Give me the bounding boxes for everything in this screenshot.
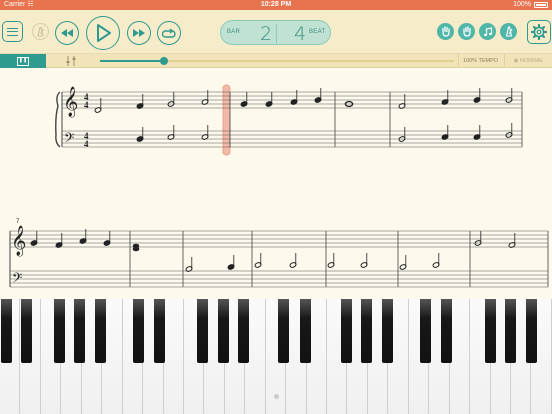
mixer-tab[interactable] [48, 54, 94, 68]
fast-forward-button[interactable] [127, 21, 151, 45]
white-key[interactable] [163, 299, 184, 414]
tempo-slider-fill [100, 60, 164, 62]
normal-label: NORMAL [519, 58, 544, 64]
tempo-slider[interactable] [100, 57, 454, 65]
black-key[interactable] [21, 299, 32, 363]
black-key[interactable] [54, 299, 65, 363]
piano-keyboard[interactable] [0, 299, 552, 414]
white-key[interactable] [449, 299, 471, 414]
black-key[interactable] [154, 299, 165, 363]
black-key[interactable] [278, 299, 289, 363]
bass-clef-icon: 𝄢 [12, 270, 22, 289]
tempo-label: 100% TEMPO [458, 54, 502, 68]
loop-icon [162, 28, 176, 38]
settings-button[interactable] [527, 20, 551, 44]
black-key[interactable] [420, 299, 431, 363]
treble-clef-icon: 𝄞 [11, 225, 26, 257]
bass-clef-icon: 𝄢 [64, 130, 74, 149]
right-hand-icon [462, 26, 471, 37]
black-key[interactable] [133, 299, 144, 363]
black-key[interactable] [1, 299, 12, 363]
metronome-button[interactable] [500, 23, 517, 40]
playback-cursor [222, 84, 231, 156]
black-key[interactable] [382, 299, 393, 363]
battery-icon [534, 2, 548, 8]
clock: 10:28 PM [260, 1, 292, 8]
battery-status: 100% [513, 0, 548, 10]
score-svg: 𝄞𝄢4444𝄞𝄢 [9, 84, 549, 289]
bar-value: 2 [260, 23, 273, 45]
counter-divider [276, 24, 277, 43]
black-key[interactable] [238, 299, 249, 363]
black-key[interactable] [74, 299, 85, 363]
menu-button[interactable] [2, 21, 23, 42]
black-key[interactable] [361, 299, 372, 363]
play-button[interactable] [86, 16, 120, 50]
black-key[interactable] [526, 299, 537, 363]
right-hand-button[interactable] [458, 23, 475, 40]
beat-value: 4 [294, 23, 307, 45]
position-counter: BAR 2 4 BEAT [220, 20, 331, 45]
black-key[interactable] [341, 299, 352, 363]
left-hand-button[interactable] [437, 23, 454, 40]
time-signature: 4 [84, 100, 89, 110]
status-bar: Carrier ☵ 10:28 PM 100% [0, 0, 552, 10]
black-key[interactable] [95, 299, 106, 363]
loop-button[interactable] [157, 21, 181, 45]
mixer-sliders-icon [66, 56, 76, 66]
black-key[interactable] [218, 299, 229, 363]
brace [55, 91, 61, 148]
normal-speed-toggle[interactable]: ◉ NORMAL [504, 54, 552, 68]
black-key[interactable] [197, 299, 208, 363]
tempo-slider-knob[interactable] [159, 57, 168, 65]
middle-c-marker [274, 394, 279, 399]
eye-icon: ◉ [513, 58, 519, 64]
metronome-icon [505, 26, 512, 37]
toolbar: BAR 2 4 BEAT [0, 10, 552, 54]
keyboard-view-tab[interactable] [0, 54, 46, 68]
bar-label: BAR [227, 29, 241, 35]
note-names-button[interactable] [479, 23, 496, 40]
app-window: Carrier ☵ 10:28 PM 100% BAR 2 4 BEAT 100… [0, 0, 552, 414]
piano-keys-icon [17, 56, 29, 66]
sheet-music[interactable]: 𝄞 𝄢 4 4 4 4 𝄞 𝄢 7 [0, 69, 552, 298]
measure-number: 7 [16, 219, 20, 225]
battery-percent: 100% [513, 1, 531, 8]
hamburger-icon [7, 27, 18, 36]
rewind-button[interactable] [55, 21, 79, 45]
time-signature: 4 [84, 139, 89, 149]
view-options-bar: 100% TEMPO ◉ NORMAL [0, 54, 552, 68]
fast-forward-icon [133, 29, 145, 37]
gear-icon [531, 24, 547, 40]
treble-clef-icon: 𝄞 [63, 86, 78, 118]
black-key[interactable] [300, 299, 311, 363]
play-icon [97, 24, 111, 42]
rewind-icon [61, 29, 73, 37]
metronome-mute-button[interactable] [32, 23, 49, 40]
music-note-icon [483, 26, 492, 36]
black-key[interactable] [485, 299, 496, 363]
black-key[interactable] [505, 299, 516, 363]
metronome-icon [37, 27, 44, 37]
black-key[interactable] [441, 299, 452, 363]
chord-note [132, 246, 140, 252]
left-hand-icon [441, 26, 450, 37]
beat-label: BEAT [309, 29, 326, 35]
